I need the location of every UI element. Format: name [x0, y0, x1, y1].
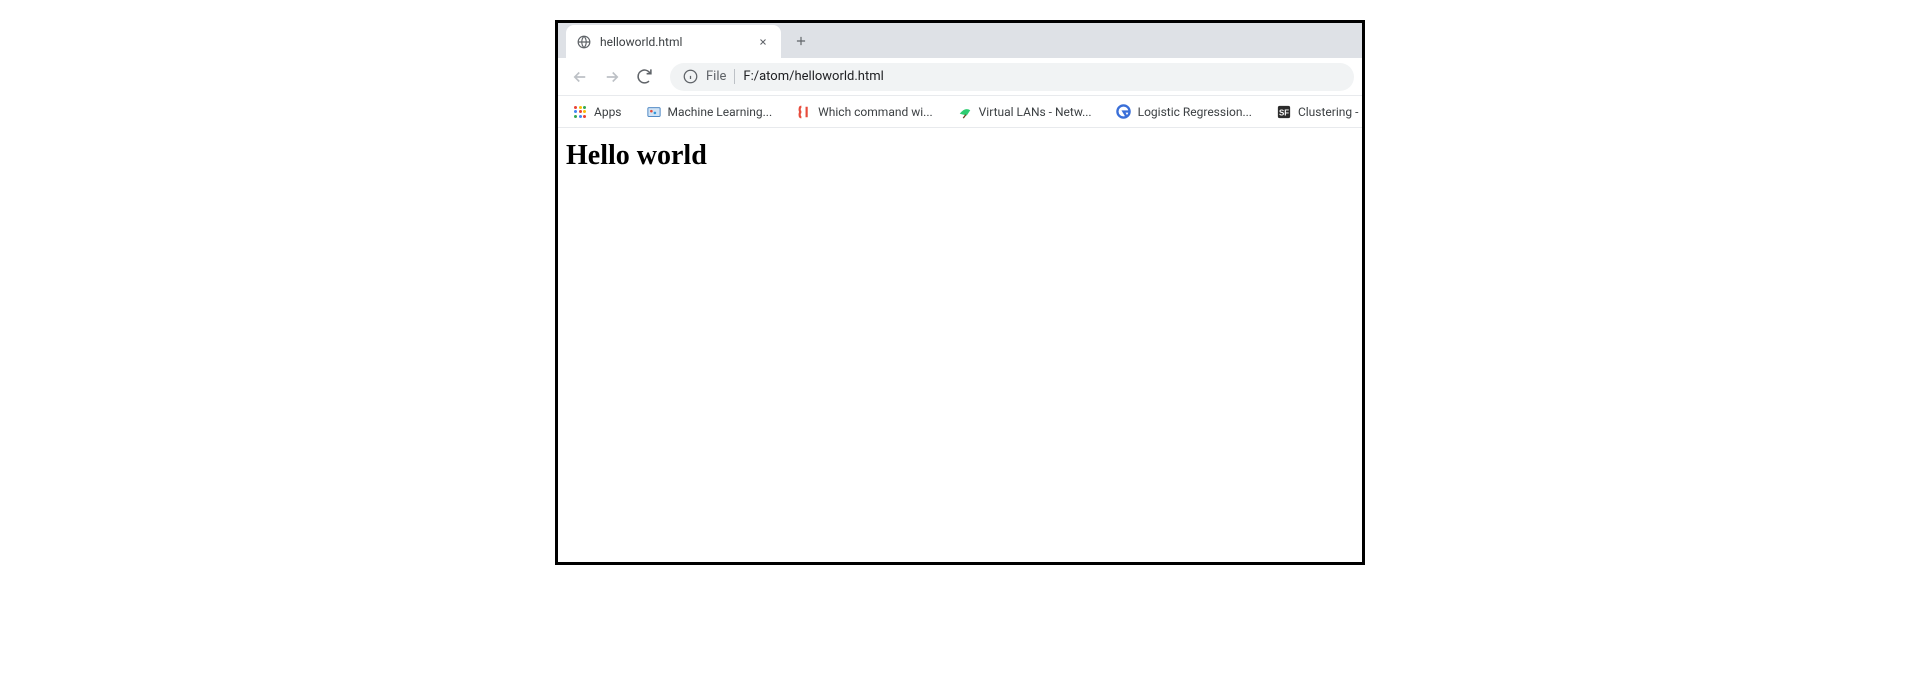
bookmark-item[interactable]: Which command wi... — [790, 100, 939, 124]
toolbar: File F:/atom/helloworld.html — [558, 58, 1362, 96]
bookmark-item[interactable]: Machine Learning... — [640, 100, 779, 124]
info-icon[interactable] — [682, 69, 698, 85]
forward-button[interactable] — [598, 63, 626, 91]
address-url: F:/atom/helloworld.html — [743, 69, 883, 84]
svg-text:SF: SF — [1279, 108, 1289, 117]
page-content: Hello world — [558, 128, 1362, 562]
bookmark-favicon-icon — [957, 104, 973, 120]
new-tab-button[interactable] — [787, 27, 815, 55]
bookmark-item[interactable]: Virtual LANs - Netw... — [951, 100, 1098, 124]
address-bar[interactable]: File F:/atom/helloworld.html — [670, 63, 1354, 91]
bookmarks-bar: Apps Machine Learning... Which command w… — [558, 96, 1362, 128]
browser-tab[interactable]: helloworld.html — [566, 25, 781, 58]
back-button[interactable] — [566, 63, 594, 91]
apps-label: Apps — [594, 105, 622, 119]
browser-window: helloworld.html — [555, 20, 1365, 565]
bookmark-item[interactable]: Logistic Regression... — [1110, 100, 1258, 124]
page-heading: Hello world — [566, 140, 1354, 172]
bookmark-favicon-icon — [796, 104, 812, 120]
apps-icon — [572, 104, 588, 120]
bookmark-item[interactable]: SF Clustering - Data Sc... — [1270, 100, 1362, 124]
address-prefix: File — [706, 69, 735, 84]
globe-icon — [576, 34, 592, 50]
bookmark-label: Machine Learning... — [668, 105, 773, 119]
bookmark-label: Which command wi... — [818, 105, 933, 119]
bookmark-favicon-icon — [646, 104, 662, 120]
tab-title: helloworld.html — [600, 35, 747, 49]
reload-button[interactable] — [630, 63, 658, 91]
bookmark-favicon-icon — [1116, 104, 1132, 120]
close-icon[interactable] — [755, 34, 771, 50]
bookmark-label: Logistic Regression... — [1138, 105, 1252, 119]
bookmark-label: Clustering - Data Sc... — [1298, 105, 1362, 119]
tab-strip: helloworld.html — [558, 23, 1362, 58]
bookmark-label: Virtual LANs - Netw... — [979, 105, 1092, 119]
apps-button[interactable]: Apps — [566, 100, 628, 124]
bookmark-favicon-icon: SF — [1276, 104, 1292, 120]
